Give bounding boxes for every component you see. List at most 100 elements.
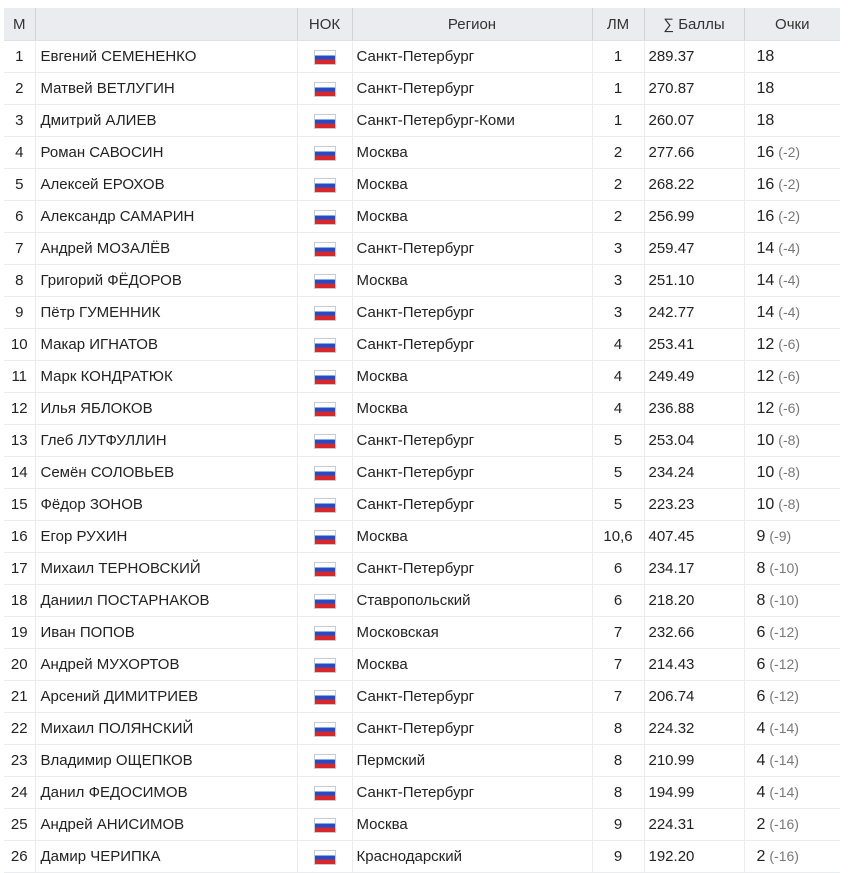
region-link[interactable]: Санкт-Петербург xyxy=(351,424,592,457)
points-delta: (-16) xyxy=(769,815,799,832)
russia-flag-icon[interactable] xyxy=(314,82,335,96)
total-score-cell: 218.20 xyxy=(643,584,744,617)
region-link[interactable]: Санкт-Петербург xyxy=(351,552,592,585)
region-link[interactable]: Москва xyxy=(351,520,592,553)
russia-flag-icon[interactable] xyxy=(314,722,335,736)
noc-cell xyxy=(296,648,352,681)
russia-flag-icon[interactable] xyxy=(314,498,335,512)
russia-flag-icon[interactable] xyxy=(314,466,335,480)
region-link[interactable]: Санкт-Петербург xyxy=(351,456,592,489)
athlete-name-link[interactable]: Андрей МОЗАЛЁВ xyxy=(34,232,297,265)
region-link[interactable]: Москва xyxy=(351,264,592,297)
russia-flag-icon[interactable] xyxy=(314,562,335,576)
russia-flag-icon[interactable] xyxy=(314,530,335,544)
region-link[interactable]: Санкт-Петербург xyxy=(351,296,592,329)
header-place[interactable]: М xyxy=(4,8,35,41)
lm-cell: 7 xyxy=(591,616,644,649)
russia-flag-icon[interactable] xyxy=(314,786,335,800)
region-link[interactable]: Санкт-Петербург xyxy=(351,776,592,809)
region-link[interactable]: Москва xyxy=(351,648,592,681)
athlete-name-link[interactable]: Евгений СЕМЕНЕНКО xyxy=(34,40,297,73)
russia-flag-icon[interactable] xyxy=(314,178,335,192)
athlete-name-link[interactable]: Григорий ФЁДОРОВ xyxy=(34,264,297,297)
russia-flag-icon[interactable] xyxy=(314,690,335,704)
region-link[interactable]: Москва xyxy=(351,392,592,425)
athlete-name-link[interactable]: Александр САМАРИН xyxy=(34,200,297,233)
russia-flag-icon[interactable] xyxy=(314,306,335,320)
russia-flag-icon[interactable] xyxy=(314,818,335,832)
header-lm[interactable]: ЛМ xyxy=(591,8,644,41)
lm-cell: 7 xyxy=(591,648,644,681)
athlete-name-link[interactable]: Иван ПОПОВ xyxy=(34,616,297,649)
athlete-name-link[interactable]: Фёдор ЗОНОВ xyxy=(34,488,297,521)
table-row: 25 Андрей АНИСИМОВ Москва 9 224.31 2 (-16) xyxy=(4,808,840,841)
region-link[interactable]: Санкт-Петербург xyxy=(351,232,592,265)
region-link[interactable]: Санкт-Петербург xyxy=(351,712,592,745)
russia-flag-icon[interactable] xyxy=(314,210,335,224)
points-cell: 4 (-14) xyxy=(743,776,840,809)
athlete-name-link[interactable]: Пётр ГУМЕННИК xyxy=(34,296,297,329)
athlete-name-link[interactable]: Андрей АНИСИМОВ xyxy=(34,808,297,841)
region-link[interactable]: Москва xyxy=(351,136,592,169)
athlete-name-link[interactable]: Михаил ТЕРНОВСКИЙ xyxy=(34,552,297,585)
athlete-name-link[interactable]: Арсений ДИМИТРИЕВ xyxy=(34,680,297,713)
russia-flag-icon[interactable] xyxy=(314,338,335,352)
region-link[interactable]: Краснодарский xyxy=(351,840,592,873)
athlete-name-link[interactable]: Илья ЯБЛОКОВ xyxy=(34,392,297,425)
athlete-name-link[interactable]: Михаил ПОЛЯНСКИЙ xyxy=(34,712,297,745)
region-link[interactable]: Москва xyxy=(351,808,592,841)
russia-flag-icon[interactable] xyxy=(314,114,335,128)
lm-cell: 4 xyxy=(591,328,644,361)
russia-flag-icon[interactable] xyxy=(314,754,335,768)
athlete-name-link[interactable]: Семён СОЛОВЬЕВ xyxy=(34,456,297,489)
region-link[interactable]: Пермский xyxy=(351,744,592,777)
region-link[interactable]: Санкт-Петербург xyxy=(351,488,592,521)
athlete-name-link[interactable]: Владимир ОЩЕПКОВ xyxy=(34,744,297,777)
russia-flag-icon[interactable] xyxy=(314,658,335,672)
athlete-name-link[interactable]: Дмитрий АЛИЕВ xyxy=(34,104,297,137)
russia-flag-icon[interactable] xyxy=(314,50,335,64)
header-region[interactable]: Регион xyxy=(351,8,592,41)
russia-flag-icon[interactable] xyxy=(314,434,335,448)
region-link[interactable]: Москва xyxy=(351,360,592,393)
athlete-name-link[interactable]: Андрей МУХОРТОВ xyxy=(34,648,297,681)
athlete-name-link[interactable]: Алексей ЕРОХОВ xyxy=(34,168,297,201)
russia-flag-icon[interactable] xyxy=(314,402,335,416)
athlete-name-link[interactable]: Егор РУХИН xyxy=(34,520,297,553)
header-name[interactable] xyxy=(34,8,297,41)
region-link[interactable]: Москва xyxy=(351,200,592,233)
region-link[interactable]: Москва xyxy=(351,168,592,201)
russia-flag-icon[interactable] xyxy=(314,370,335,384)
points-value: 4 xyxy=(756,719,766,737)
noc-cell xyxy=(296,552,352,585)
region-link[interactable]: Санкт-Петербург xyxy=(351,72,592,105)
russia-flag-icon[interactable] xyxy=(314,242,335,256)
header-noc[interactable]: НОК xyxy=(296,8,352,41)
athlete-name-link[interactable]: Макар ИГНАТОВ xyxy=(34,328,297,361)
points-delta: (-6) xyxy=(778,367,801,384)
points-value: 6 xyxy=(756,655,766,673)
athlete-name-link[interactable]: Матвей ВЕТЛУГИН xyxy=(34,72,297,105)
region-link[interactable]: Санкт-Петербург xyxy=(351,680,592,713)
header-points[interactable]: Очки xyxy=(743,8,840,41)
athlete-name-link[interactable]: Роман САВОСИН xyxy=(34,136,297,169)
russia-flag-icon[interactable] xyxy=(314,594,335,608)
region-link[interactable]: Московская xyxy=(351,616,592,649)
region-link[interactable]: Санкт-Петербург xyxy=(351,40,592,73)
athlete-name-link[interactable]: Дамир ЧЕРИПКА xyxy=(34,840,297,873)
region-link[interactable]: Ставропольский xyxy=(351,584,592,617)
russia-flag-icon[interactable] xyxy=(314,146,335,160)
points-value: 6 xyxy=(756,687,766,705)
russia-flag-icon[interactable] xyxy=(314,626,335,640)
athlete-name-link[interactable]: Марк КОНДРАТЮК xyxy=(34,360,297,393)
russia-flag-icon[interactable] xyxy=(314,274,335,288)
lm-cell: 8 xyxy=(591,744,644,777)
russia-flag-icon[interactable] xyxy=(314,850,335,864)
table-row: 23 Владимир ОЩЕПКОВ Пермский 8 210.99 4 (-14) xyxy=(4,744,840,777)
athlete-name-link[interactable]: Даниил ПОСТАРНАКОВ xyxy=(34,584,297,617)
athlete-name-link[interactable]: Данил ФЕДОСИМОВ xyxy=(34,776,297,809)
header-total-score[interactable]: ∑ Баллы xyxy=(643,8,744,41)
athlete-name-link[interactable]: Глеб ЛУТФУЛЛИН xyxy=(34,424,297,457)
region-link[interactable]: Санкт-Петербург-Коми xyxy=(351,104,592,137)
region-link[interactable]: Санкт-Петербург xyxy=(351,328,592,361)
